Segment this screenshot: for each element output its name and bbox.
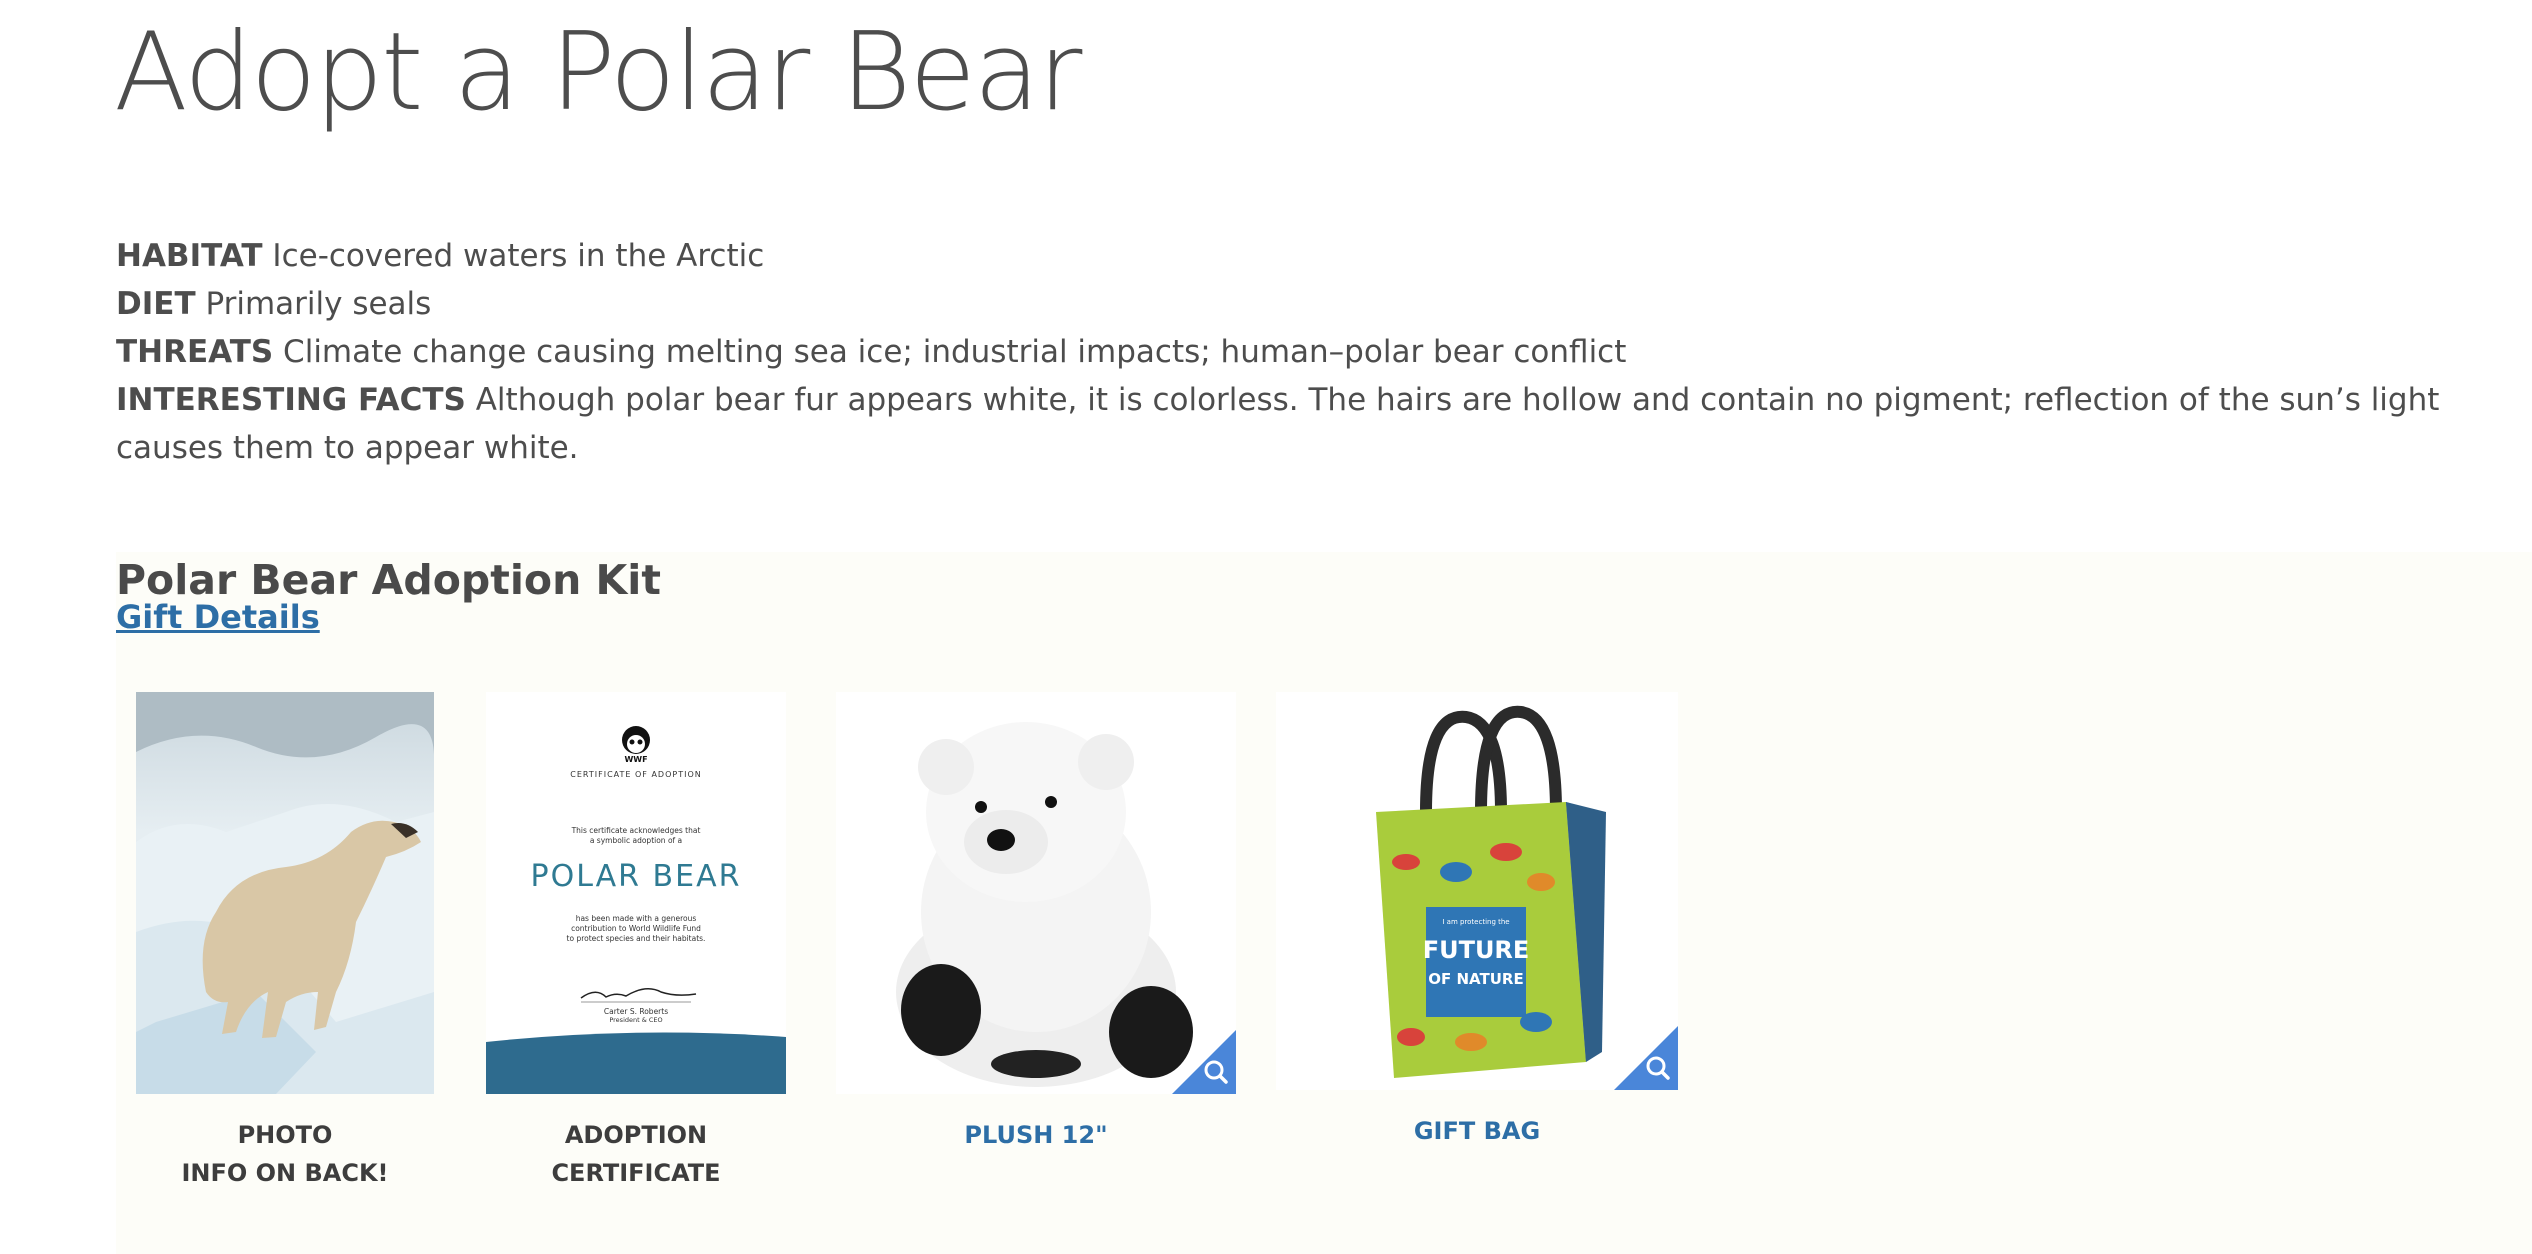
certificate-body2: contribution to World Wildlife Fund (571, 924, 701, 933)
zoom-button[interactable] (1614, 1026, 1678, 1090)
fact-label: THREATS (116, 334, 274, 370)
certificate-intro2: a symbolic adoption of a (590, 836, 682, 845)
adoption-certificate-image[interactable]: WWF CERTIFICATE OF ADOPTION This certifi… (486, 692, 786, 1094)
fact-text: Primarily seals (195, 286, 432, 322)
kit-item-photo[interactable]: PHOTO INFO ON BACK! (136, 692, 434, 1187)
certificate-caption: ADOPTION CERTIFICATE (551, 1121, 721, 1187)
plush-image[interactable] (836, 692, 1236, 1094)
gift-bag-caption-link[interactable]: GIFT BAG (1276, 1112, 1678, 1150)
fact-text: Climate change causing melting sea ice; … (273, 334, 1627, 370)
kit-item-plush[interactable]: PLUSH 12" (836, 692, 1236, 1149)
photo-caption: PHOTO INFO ON BACK! (136, 1116, 434, 1192)
plush-caption-link[interactable]: PLUSH 12" (836, 1116, 1236, 1154)
magnifier-icon (1172, 1030, 1236, 1094)
fact-threats: THREATS Climate change causing melting s… (116, 328, 2516, 376)
fact-diet: DIET Primarily seals (116, 280, 2516, 328)
fact-habitat: HABITAT Ice-covered waters in the Arctic (116, 232, 2516, 280)
certificate-image: WWF CERTIFICATE OF ADOPTION This certifi… (486, 692, 786, 1094)
caption-line: INFO ON BACK! (181, 1159, 389, 1187)
fact-label: DIET (116, 286, 196, 322)
polar-bear-photo-image (136, 692, 434, 1094)
fact-text: Ice-covered waters in the Arctic (262, 238, 765, 274)
gift-bag-image[interactable]: I am protecting the FUTURE OF NATURE (1276, 692, 1678, 1090)
polar-bear-photo[interactable] (136, 692, 434, 1094)
fact-label: HABITAT (116, 238, 263, 274)
wwf-panda-logo-icon (622, 726, 650, 754)
gift-details-link[interactable]: Gift Details (116, 598, 320, 636)
certificate-animal: POLAR BEAR (531, 859, 742, 894)
gift-bag-big-text: FUTURE (1423, 936, 1530, 964)
certificate-body3: to protect species and their habitats. (567, 934, 706, 943)
kit-item-gift-bag[interactable]: I am protecting the FUTURE OF NATURE GIF… (1276, 692, 1678, 1145)
certificate-heading: CERTIFICATE OF ADOPTION (570, 770, 701, 779)
facts-section: HABITAT Ice-covered waters in the Arctic… (116, 232, 2516, 472)
kit-item-certificate[interactable]: WWF CERTIFICATE OF ADOPTION This certifi… (486, 692, 786, 1187)
adoption-kit-panel: Polar Bear Adoption Kit Gift Details PHO… (116, 552, 2532, 1254)
caption-line: PHOTO (237, 1121, 333, 1149)
fact-label: INTERESTING FACTS (116, 382, 466, 418)
certificate-signer: Carter S. Roberts (604, 1007, 668, 1016)
certificate-intro: This certificate acknowledges that (571, 826, 701, 835)
gift-bag-small-text: I am protecting the (1442, 918, 1509, 926)
fact-interesting-facts: INTERESTING FACTS Although polar bear fu… (116, 376, 2516, 472)
certificate-body1: has been made with a generous (576, 914, 697, 923)
zoom-button[interactable] (1172, 1030, 1236, 1094)
magnifier-icon (1614, 1026, 1678, 1090)
gift-bag-big-text-2: OF NATURE (1428, 970, 1523, 988)
certificate-signer-title: President & CEO (609, 1016, 662, 1024)
page-title: Adopt a Polar Bear (114, 10, 1082, 135)
wwf-logo-text: WWF (624, 755, 647, 764)
